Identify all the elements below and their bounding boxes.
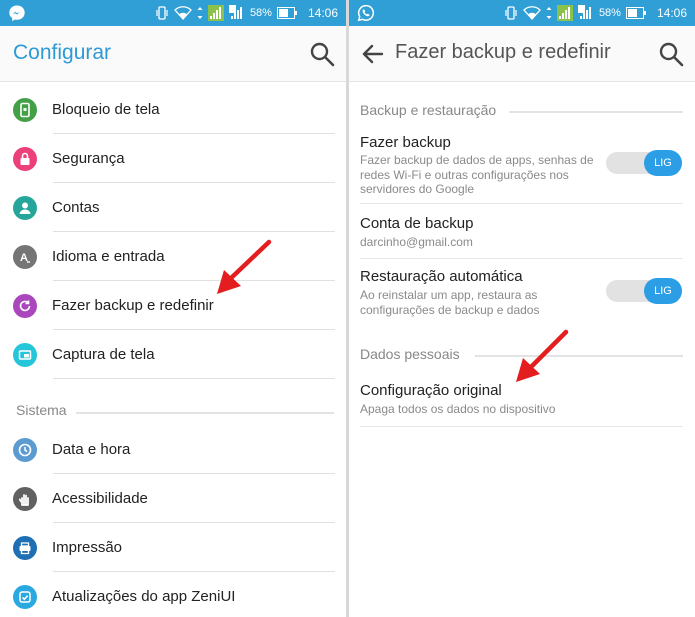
divider bbox=[360, 426, 683, 427]
factory-reset-subtitle: Apaga todos os dados no dispositivo bbox=[360, 402, 556, 416]
settings-item-label: Acessibilidade bbox=[52, 490, 148, 507]
printer-icon bbox=[13, 535, 37, 560]
messenger-icon bbox=[9, 5, 25, 22]
toggle-thumb: LIG bbox=[644, 150, 682, 176]
battery-percent: 58% bbox=[249, 7, 272, 19]
toggle-thumb: LIG bbox=[644, 278, 682, 304]
auto-restore-subtitle-line: configurações de backup e dados bbox=[360, 302, 540, 317]
wifi-icon bbox=[523, 6, 541, 20]
clock: 14:06 bbox=[656, 6, 687, 20]
data-arrows-icon bbox=[546, 7, 552, 19]
battery-icon bbox=[276, 7, 297, 19]
signal-2g-icon bbox=[577, 5, 591, 19]
settings-item-contas[interactable]: Contas bbox=[13, 183, 335, 232]
language-icon: A bbox=[13, 244, 37, 269]
app-bar: Fazer backup e redefinir bbox=[349, 26, 695, 82]
section-divider bbox=[509, 111, 683, 113]
settings-item-label: Contas bbox=[52, 199, 100, 216]
search-icon[interactable] bbox=[658, 41, 684, 67]
search-icon[interactable] bbox=[309, 41, 335, 67]
padlock-icon bbox=[13, 146, 37, 171]
settings-item-idioma-e-entrada[interactable]: A Idioma e entrada bbox=[13, 232, 335, 281]
section-header-sistema: Sistema bbox=[16, 402, 67, 418]
wifi-icon bbox=[174, 6, 192, 20]
settings-item-label: Impressão bbox=[52, 539, 123, 556]
data-arrows-icon bbox=[197, 7, 203, 19]
settings-item-atualiza-es-do-app-zeniui[interactable]: Atualizações do app ZeniUI bbox=[13, 572, 335, 617]
section-header-backup: Backup e restauração bbox=[360, 102, 497, 118]
svg-text:A: A bbox=[20, 252, 28, 264]
section-divider bbox=[475, 355, 683, 357]
page-title: Fazer backup e redefinir bbox=[395, 41, 611, 63]
signal-4g-icon bbox=[207, 5, 224, 21]
signal-4g-icon bbox=[556, 5, 573, 21]
update-icon bbox=[13, 584, 37, 609]
backup-subtitle-line: Fazer backup de dados de apps, senhas de bbox=[360, 153, 594, 167]
signal-2g-icon bbox=[228, 5, 242, 19]
settings-item-label: Fazer backup e redefinir bbox=[52, 297, 214, 314]
status-bar: 58% 14:06 bbox=[349, 0, 695, 26]
settings-item-label: Bloqueio de tela bbox=[52, 101, 160, 118]
auto-restore-title: Restauração automática bbox=[360, 268, 523, 285]
settings-item-label: Atualizações do app ZeniUI bbox=[52, 588, 236, 605]
settings-item-label: Idioma e entrada bbox=[52, 248, 165, 265]
settings-item-impress-o[interactable]: Impressão bbox=[13, 523, 335, 572]
page-title: Configurar bbox=[13, 41, 112, 64]
backup-subtitle: Fazer backup de dados de apps, senhas de… bbox=[360, 153, 594, 197]
auto-restore-subtitle-line: Ao reinstalar um app, restaura as bbox=[360, 288, 538, 302]
divider bbox=[360, 258, 683, 259]
lock-screen-icon bbox=[13, 97, 37, 122]
vibrate-icon bbox=[505, 6, 517, 20]
settings-item-acessibilidade[interactable]: Acessibilidade bbox=[13, 474, 335, 523]
auto-restore-toggle[interactable]: LIG bbox=[606, 278, 682, 304]
app-bar: Configurar bbox=[0, 26, 346, 82]
status-bar: 58% 14:06 bbox=[0, 0, 346, 26]
section-divider bbox=[76, 412, 334, 414]
settings-item-label: Segurança bbox=[52, 150, 125, 167]
settings-item-bloqueio-de-tela[interactable]: Bloqueio de tela bbox=[13, 85, 335, 134]
section-header-personal-data: Dados pessoais bbox=[360, 346, 460, 362]
backup-icon bbox=[13, 293, 37, 318]
screenshot-icon bbox=[13, 342, 37, 367]
backup-toggle[interactable]: LIG bbox=[606, 150, 682, 176]
settings-item-fazer-backup-e-redefinir[interactable]: Fazer backup e redefinir bbox=[13, 281, 335, 330]
settings-screen: 58% 14:06 Configurar Bloqueio de tela Seg… bbox=[0, 0, 346, 617]
auto-restore-subtitle: Ao reinstalar um app, restaura as config… bbox=[360, 288, 539, 317]
settings-item-data-e-hora[interactable]: Data e hora bbox=[13, 425, 335, 474]
clock: 14:06 bbox=[307, 6, 338, 20]
vibrate-icon bbox=[156, 6, 168, 20]
back-arrow-icon[interactable] bbox=[360, 41, 386, 67]
settings-item-label: Data e hora bbox=[52, 441, 131, 458]
backup-title: Fazer backup bbox=[360, 134, 451, 151]
backup-account-email: darcinho@gmail.com bbox=[360, 235, 473, 249]
hand-icon bbox=[13, 486, 37, 511]
clock-icon bbox=[13, 437, 37, 462]
battery-icon bbox=[625, 7, 646, 19]
divider bbox=[53, 378, 335, 379]
factory-reset-title: Configuração original bbox=[360, 382, 502, 399]
whatsapp-icon bbox=[357, 4, 375, 22]
backup-reset-screen: 58% 14:06 Fazer backup e redefinir Backu… bbox=[349, 0, 695, 617]
settings-item-seguran-a[interactable]: Segurança bbox=[13, 134, 335, 183]
person-icon bbox=[13, 195, 37, 220]
backup-subtitle-line: redes Wi-Fi e outras configurações nos bbox=[360, 167, 569, 182]
backup-subtitle-line: servidores do Google bbox=[360, 182, 475, 196]
divider bbox=[360, 203, 683, 204]
battery-percent: 58% bbox=[598, 7, 621, 19]
backup-account-title: Conta de backup bbox=[360, 215, 474, 232]
settings-item-label: Captura de tela bbox=[52, 346, 155, 363]
settings-item-captura-de-tela[interactable]: Captura de tela bbox=[13, 330, 335, 379]
